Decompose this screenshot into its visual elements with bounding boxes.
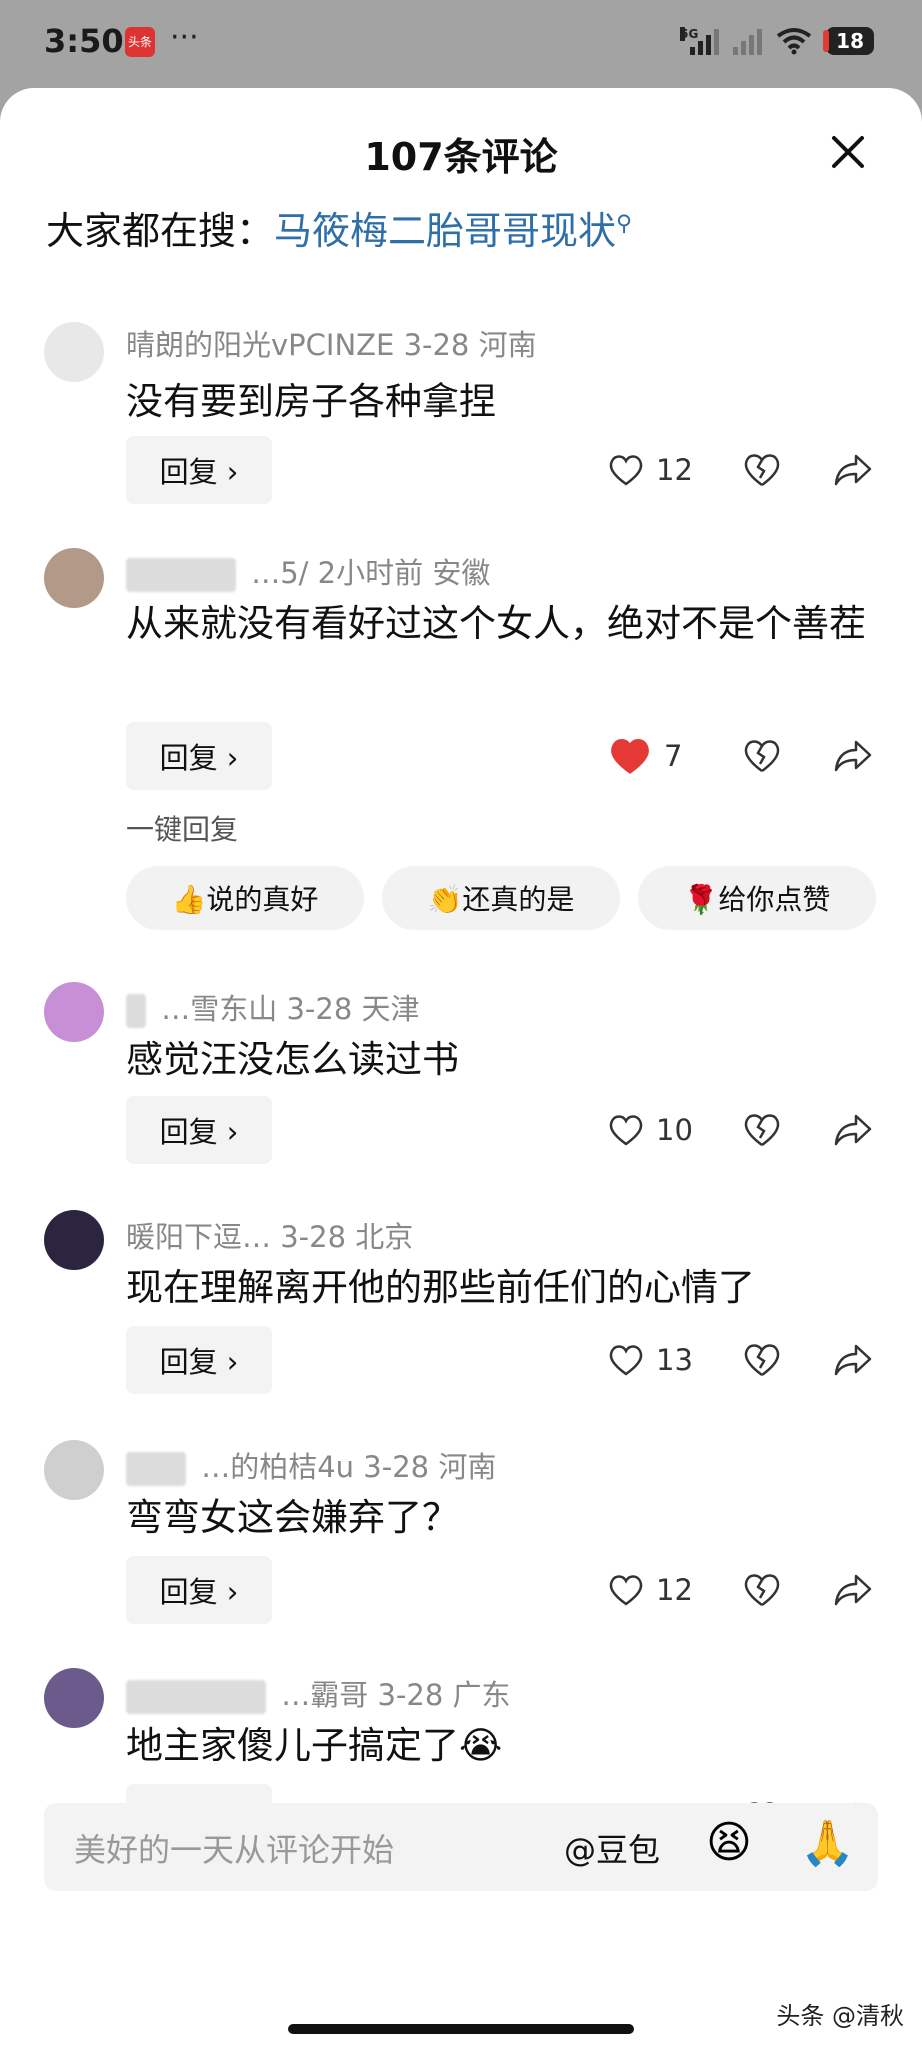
- share-icon[interactable]: [832, 1338, 874, 1380]
- heart-icon: [609, 1115, 643, 1146]
- comment-text: 现在理解离开他的那些前任们的心情了: [126, 1266, 755, 1309]
- comment-text: 地主家傻儿子搞定了😭: [126, 1724, 503, 1767]
- search-icon: ⚲: [616, 211, 633, 237]
- heart-icon: [609, 1575, 643, 1606]
- comment-input-bar[interactable]: 美好的一天从评论开始 @豆包 😫 🙏: [44, 1803, 878, 1891]
- comment-region: 安徽: [432, 556, 491, 590]
- comment-date: 3-28: [286, 992, 353, 1026]
- avatar[interactable]: [44, 322, 104, 382]
- comment-author[interactable]: 晴朗的阳光vPCINZE: [126, 328, 394, 362]
- like-button[interactable]: 13: [608, 1326, 693, 1394]
- home-indicator: [288, 2024, 634, 2034]
- comment-region: 广东: [452, 1678, 511, 1712]
- comment-meta: …霸哥 3-28 广东: [126, 1672, 511, 1714]
- author-blur: [126, 558, 236, 592]
- comment-meta: …雪东山 3-28 天津: [126, 986, 420, 1028]
- comment-text: 感觉汪没怎么读过书: [126, 1038, 459, 1081]
- comment-region: 河南: [478, 328, 537, 362]
- comment-date: 3-28: [377, 1678, 444, 1712]
- comment-meta: …5/ 2小时前 安徽: [126, 550, 490, 592]
- watermark: 头条 @清秋: [776, 2002, 904, 2030]
- broken-heart-icon[interactable]: [742, 736, 782, 776]
- quick-reply-chip[interactable]: 👏还真的是: [382, 866, 620, 930]
- like-count: 13: [656, 1343, 693, 1377]
- trending-prefix: 大家都在搜：: [46, 209, 275, 253]
- comment-meta: 晴朗的阳光vPCINZE 3-28 河南: [126, 322, 537, 364]
- status-more-icon: ···: [170, 20, 199, 55]
- broken-heart-icon[interactable]: [742, 450, 782, 490]
- comment-region: 北京: [355, 1220, 414, 1254]
- emoji-pray-icon[interactable]: 🙏: [800, 1817, 855, 1869]
- comment-author[interactable]: 暖阳下逗…: [126, 1220, 271, 1254]
- app-badge-icon: 头条: [125, 27, 155, 57]
- like-count: 7: [664, 739, 683, 773]
- comment-meta: …的柏桔4u 3-28 河南: [126, 1444, 496, 1486]
- share-icon[interactable]: [832, 448, 874, 490]
- like-button[interactable]: 7: [608, 722, 682, 790]
- comment-author[interactable]: …5/: [251, 556, 308, 590]
- trending-query-link[interactable]: 马筱梅二胎哥哥现状: [274, 209, 616, 253]
- reply-button[interactable]: 回复 ›: [126, 1556, 272, 1624]
- like-button[interactable]: 12: [608, 436, 693, 504]
- heart-filled-icon: [611, 738, 649, 774]
- broken-heart-icon[interactable]: [742, 1340, 782, 1380]
- emoji-tired-icon[interactable]: 😫: [706, 1817, 752, 1868]
- comment-text: 没有要到房子各种拿捏: [126, 380, 496, 423]
- mention-doubao-button[interactable]: @豆包: [564, 1825, 660, 1871]
- comment-date: 3-28: [280, 1220, 347, 1254]
- reply-button[interactable]: 回复 ›: [126, 436, 272, 504]
- quick-reply-label: 一键回复: [126, 813, 239, 846]
- author-blur: [126, 1452, 186, 1486]
- share-icon[interactable]: [832, 1568, 874, 1610]
- comment-text: 弯弯女这会嫌弃了？: [126, 1496, 459, 1539]
- quick-reply-chip[interactable]: 🌹给你点赞: [638, 866, 876, 930]
- comment-region: 河南: [438, 1450, 497, 1484]
- reply-button[interactable]: 回复 ›: [126, 722, 272, 790]
- comment-author[interactable]: …的柏桔4u: [201, 1450, 354, 1484]
- avatar[interactable]: [44, 1210, 104, 1270]
- comment-count-title: 107条评论: [364, 135, 558, 179]
- avatar[interactable]: [44, 1668, 104, 1728]
- status-bar: 3:50 头条 ··· 5G 18: [0, 0, 922, 86]
- comment-meta: 暖阳下逗… 3-28 北京: [126, 1214, 413, 1256]
- wifi-icon: [776, 28, 812, 55]
- trending-search[interactable]: 大家都在搜：马筱梅二胎哥哥现状⚲: [46, 200, 632, 255]
- comment-author[interactable]: …霸哥: [281, 1678, 368, 1712]
- comment-region: 天津: [361, 992, 420, 1026]
- like-count: 12: [656, 1573, 693, 1607]
- comment-date: 3-28: [403, 328, 470, 362]
- avatar[interactable]: [44, 548, 104, 608]
- comment-date: 3-28: [363, 1450, 430, 1484]
- avatar[interactable]: [44, 1440, 104, 1500]
- like-button[interactable]: 12: [608, 1556, 693, 1624]
- author-blur: [126, 994, 146, 1028]
- heart-icon: [609, 1345, 643, 1376]
- signal-5g-icon: 5G: [680, 27, 720, 55]
- like-button[interactable]: 10: [608, 1096, 693, 1164]
- status-right: 5G 18: [680, 24, 874, 58]
- share-icon[interactable]: [832, 734, 874, 776]
- heart-icon: [609, 455, 643, 486]
- battery-icon: 18: [823, 27, 874, 55]
- broken-heart-icon[interactable]: [742, 1570, 782, 1610]
- status-time: 3:50: [44, 22, 124, 60]
- comment-input-placeholder[interactable]: 美好的一天从评论开始: [74, 1825, 394, 1871]
- reply-button[interactable]: 回复 ›: [126, 1096, 272, 1164]
- share-icon[interactable]: [832, 1108, 874, 1150]
- like-count: 12: [656, 453, 693, 487]
- close-icon[interactable]: [828, 132, 868, 172]
- avatar[interactable]: [44, 982, 104, 1042]
- author-blur: [126, 1680, 266, 1714]
- broken-heart-icon[interactable]: [742, 1110, 782, 1150]
- comment-text: 从来就没有看好过这个女人，绝对不是个善茬: [126, 602, 866, 645]
- comment-date: 2小时前: [317, 556, 424, 590]
- quick-reply-chip[interactable]: 👍说的真好: [126, 866, 364, 930]
- comment-author[interactable]: …雪东山: [161, 992, 277, 1026]
- like-count: 10: [656, 1113, 693, 1147]
- signal-icon: [733, 27, 763, 55]
- reply-button[interactable]: 回复 ›: [126, 1326, 272, 1394]
